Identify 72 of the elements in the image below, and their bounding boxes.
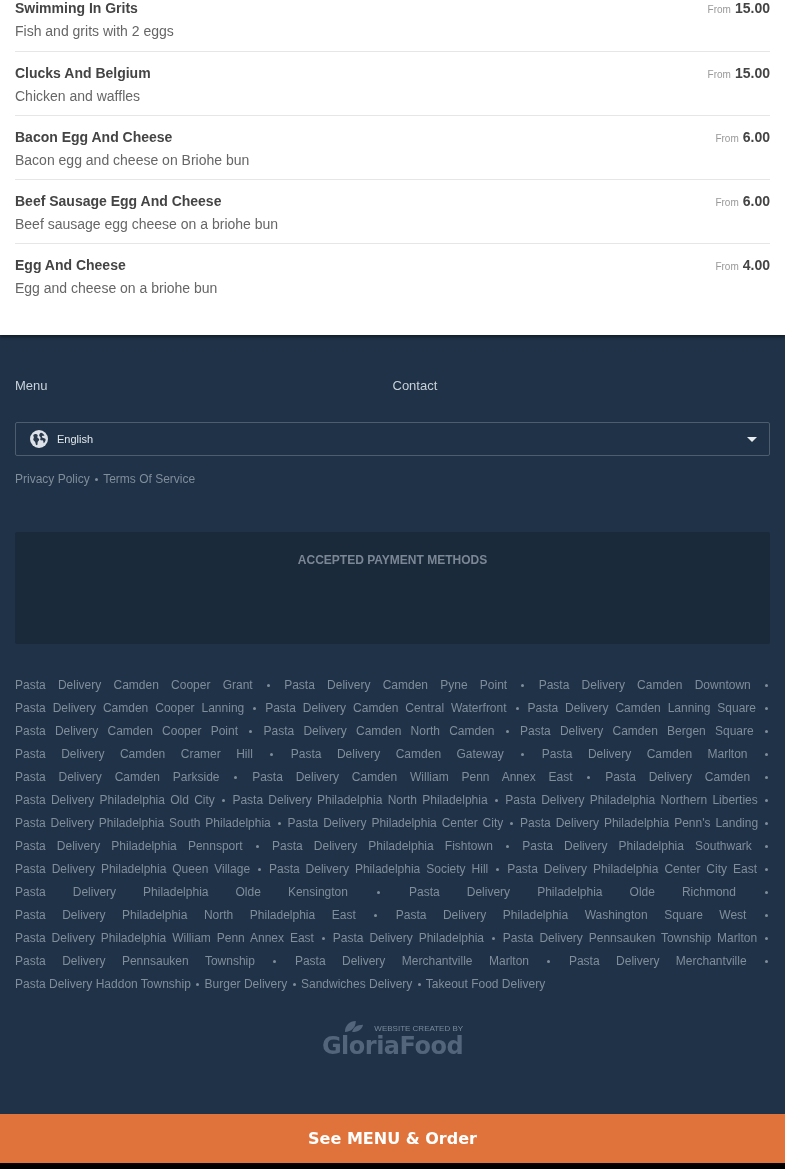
delivery-area-link[interactable]: Pasta Delivery Philadelphia North Philadelphia East: [15, 908, 356, 922]
payment-methods-title: ACCEPTED PAYMENT METHODS: [296, 552, 489, 569]
language-select[interactable]: English: [15, 422, 770, 456]
item-name: Egg And Cheese: [15, 256, 127, 275]
item-price: 15.00: [734, 65, 770, 81]
delivery-area-link[interactable]: Pasta Delivery Philadelphia Old City: [15, 793, 215, 807]
delivery-area-link[interactable]: Pasta Delivery Philadelphia Center City East: [507, 862, 757, 876]
delivery-area-link[interactable]: Pasta Delivery Camden Parkside: [15, 770, 220, 784]
delivery-area-link[interactable]: Pasta Delivery Pennsauken Township: [15, 954, 255, 968]
delivery-area-link[interactable]: Sandwiches Delivery: [300, 977, 413, 991]
delivery-area-link[interactable]: Pasta Delivery Camden Cooper Grant: [15, 678, 253, 692]
item-price: 6.00: [742, 129, 770, 145]
globe-icon: [30, 430, 48, 448]
delivery-area-link[interactable]: Pasta Delivery Philadelphia: [332, 931, 484, 945]
legal-link[interactable]: Privacy Policy: [15, 472, 90, 486]
caret-icon: [747, 436, 757, 442]
delivery-area-link[interactable]: Pasta Delivery Camden Central Waterfront: [265, 701, 507, 715]
delivery-area-link[interactable]: Pasta Delivery Philadelphia Olde Richmond: [409, 885, 736, 899]
item-name: Beef Sausage Egg And Cheese: [15, 192, 223, 211]
credit-tagline: WEBSITE CREATED BY: [374, 1024, 464, 1033]
delivery-area-link[interactable]: Pasta Delivery Philadelphia South Philadelphia: [15, 816, 271, 830]
delivery-area-link[interactable]: Pasta Delivery Philadelphia William Penn Annex East: [15, 931, 314, 945]
delivery-area-link[interactable]: Pasta Delivery Camden Cooper Lanning: [15, 701, 245, 715]
delivery-area-link[interactable]: Pasta Delivery Camden Cooper Point: [15, 724, 239, 738]
delivery-area-link[interactable]: Pasta Delivery Camden Cramer Hill: [15, 747, 253, 761]
legal-link[interactable]: Terms Of Service: [103, 472, 196, 486]
item-name: Bacon Egg And Cheese: [15, 128, 174, 147]
item-description: Chicken and waffles: [15, 87, 142, 106]
footer-nav-link[interactable]: Contact: [392, 378, 438, 393]
price-prefix: From: [707, 69, 731, 80]
delivery-area-link[interactable]: Pasta Delivery Philadelphia Queen Village: [15, 862, 251, 876]
delivery-area-link[interactable]: Pasta Delivery Philadelphia Southwark: [522, 839, 752, 853]
delivery-area-link[interactable]: Pasta Delivery Philadelphia Northern Liberties: [505, 793, 758, 807]
item-price: 15.00: [734, 0, 770, 16]
see-menu-order-button[interactable]: See MENU & Order: [0, 1114, 785, 1163]
price-prefix: From: [715, 197, 739, 208]
delivery-area-link[interactable]: Pasta Delivery Camden Marlton: [541, 747, 748, 761]
delivery-area-link[interactable]: Takeout Food Delivery: [425, 977, 546, 991]
delivery-area-link[interactable]: Pasta Delivery Camden North Camden: [263, 724, 495, 738]
item-description: Egg and cheese on a briohe bun: [15, 279, 218, 298]
item-description: Bacon egg and cheese on Briohe bun: [15, 151, 250, 170]
leaf-icon: [343, 1020, 364, 1033]
delivery-area-link[interactable]: Pasta Delivery Camden Downtown: [538, 678, 751, 692]
price-prefix: From: [715, 261, 739, 272]
item-price: 6.00: [742, 193, 770, 209]
delivery-area-link[interactable]: Pasta Delivery Philadelphia North Philadelphia: [232, 793, 488, 807]
delivery-area-link[interactable]: Pasta Delivery Camden Pyne Point: [284, 678, 508, 692]
delivery-area-link[interactable]: Pasta Delivery Merchantville Marlton: [294, 954, 529, 968]
item-name: Clucks And Belgium: [15, 64, 151, 83]
delivery-area-link[interactable]: Pasta Delivery Philadelphia Olde Kensington: [15, 885, 348, 899]
delivery-area-link[interactable]: Pasta Delivery Philadelphia Pennsport: [15, 839, 243, 853]
delivery-area-link[interactable]: Pasta Delivery Philadelphia Washington Square West: [395, 908, 747, 922]
price-prefix: From: [707, 4, 731, 15]
delivery-area-link[interactable]: Pasta Delivery Camden: [605, 770, 751, 784]
item-price: 4.00: [742, 257, 770, 273]
delivery-area-link[interactable]: Pasta Delivery Haddon Township: [15, 977, 191, 991]
item-name: Swimming In Grits: [15, 0, 139, 18]
delivery-area-link[interactable]: Pasta Delivery Pennsauken Township Marlton: [502, 931, 758, 945]
delivery-area-link[interactable]: Pasta Delivery Merchantville: [568, 954, 747, 968]
delivery-area-link[interactable]: Pasta Delivery Camden Bergen Square: [520, 724, 754, 738]
delivery-area-link[interactable]: Pasta Delivery Camden Lanning Square: [527, 701, 757, 715]
delivery-area-link[interactable]: Pasta Delivery Philadelphia Society Hill: [268, 862, 489, 876]
delivery-area-link[interactable]: Pasta Delivery Camden William Penn Annex East: [252, 770, 573, 784]
delivery-area-link[interactable]: Pasta Delivery Camden Gateway: [290, 747, 504, 761]
delivery-area-link[interactable]: Pasta Delivery Philadelphia Penn's Landing: [520, 816, 759, 830]
footer-nav-link[interactable]: Menu: [15, 378, 48, 393]
price-prefix: From: [715, 133, 739, 144]
item-description: Beef sausage egg cheese on a briohe bun: [15, 215, 279, 234]
delivery-area-link[interactable]: Burger Delivery: [204, 977, 288, 991]
item-description: Fish and grits with 2 eggs: [15, 22, 174, 41]
delivery-area-link[interactable]: Pasta Delivery Philadelphia Fishtown: [271, 839, 493, 853]
delivery-area-link[interactable]: Pasta Delivery Philadelphia Center City: [287, 816, 504, 830]
